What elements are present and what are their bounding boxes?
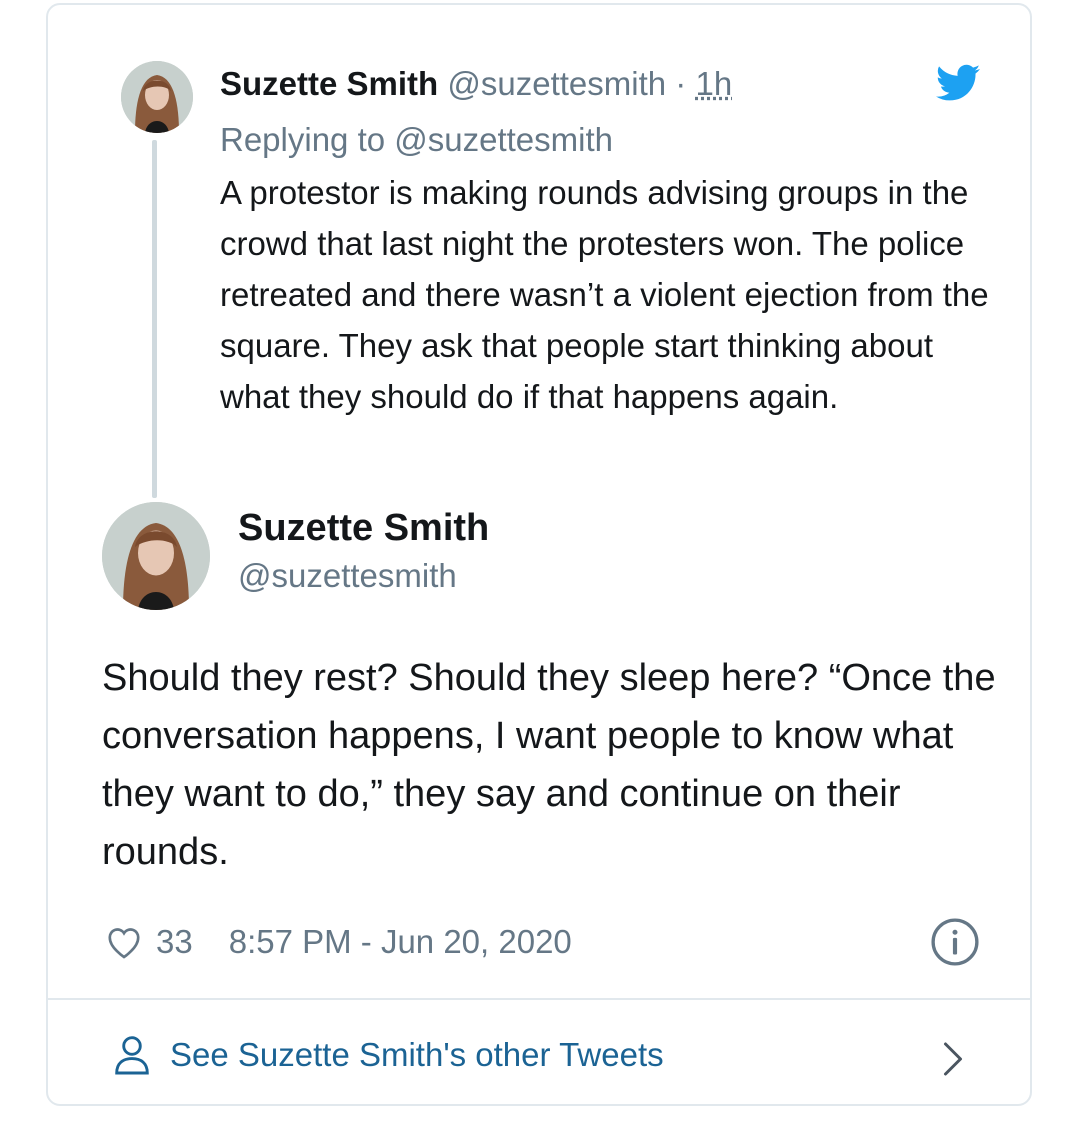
parent-author-name[interactable]: Suzette Smith [220, 65, 438, 102]
main-author-handle[interactable]: @suzettesmith [238, 555, 457, 597]
main-tweet-text: Should they rest? Should they sleep here… [102, 657, 996, 873]
footer-divider [48, 998, 1030, 1000]
parent-author-avatar[interactable] [121, 61, 193, 133]
user-icon [115, 1036, 149, 1075]
heart-icon[interactable] [104, 922, 144, 962]
parent-author-handle[interactable]: @suzettesmith [447, 65, 666, 102]
main-author-name[interactable]: Suzette Smith [238, 505, 489, 551]
parent-tweet-time[interactable]: 1h [695, 65, 732, 102]
like-count[interactable]: 33 [156, 923, 193, 961]
see-other-tweets-link[interactable]: See Suzette Smith's other Tweets [114, 1035, 664, 1075]
tweet-timestamp[interactable]: 8:57 PM - Jun 20, 2020 [229, 923, 572, 961]
main-author-avatar[interactable] [102, 502, 210, 610]
info-icon[interactable] [930, 917, 980, 967]
parent-tweet-header: Suzette Smith @suzettesmith · 1h [220, 63, 780, 105]
thread-connector-line [152, 140, 157, 498]
header-separator: · [675, 65, 687, 102]
parent-tweet-text: A protestor is making rounds advising gr… [220, 174, 989, 415]
see-other-tweets-label[interactable]: See Suzette Smith's other Tweets [170, 1036, 664, 1074]
chevron-right-icon[interactable] [940, 1041, 966, 1077]
twitter-bird-icon[interactable] [936, 63, 980, 103]
tweet-meta-row: 33 8:57 PM - Jun 20, 2020 [104, 917, 572, 967]
tweet-embed-card: Suzette Smith @suzettesmith · 1h Replyin… [46, 3, 1032, 1106]
replying-to-label: Replying to @suzettesmith [220, 121, 614, 158]
